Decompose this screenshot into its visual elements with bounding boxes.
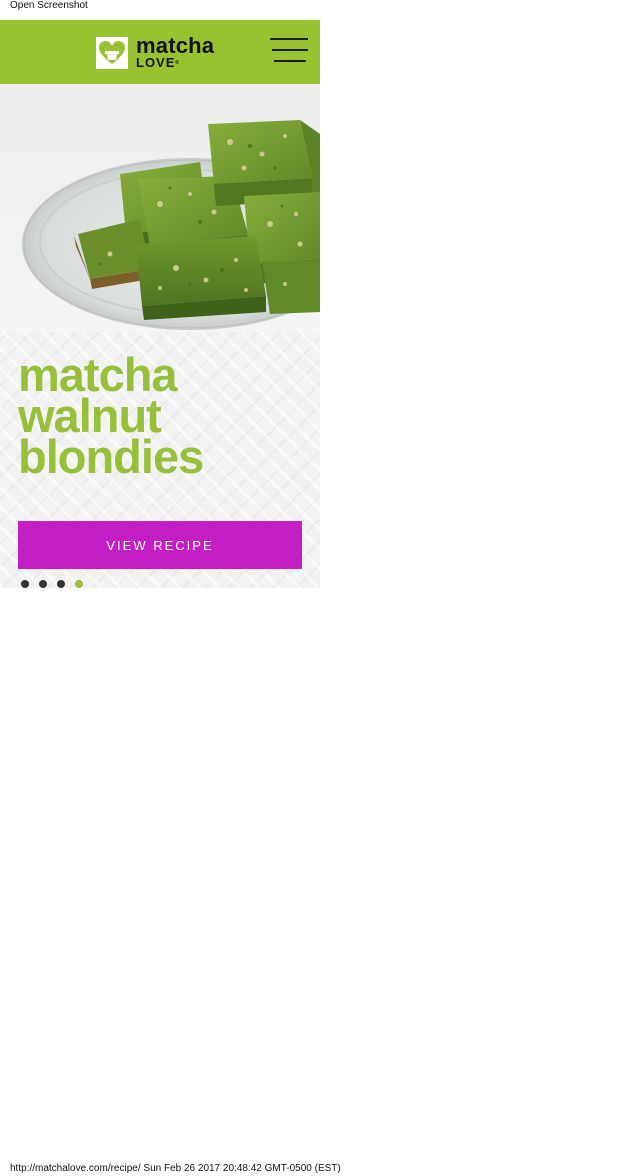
recipe-title-line: blondies bbox=[18, 430, 204, 483]
top-navigation-bar: matcha LOVE® bbox=[0, 20, 320, 84]
hero-recipe-photo bbox=[0, 84, 320, 332]
carousel-pagination bbox=[21, 580, 93, 588]
mobile-page: matcha LOVE® matcha walnut blondies VIEW… bbox=[0, 20, 320, 588]
logo-trademark: ® bbox=[175, 60, 181, 66]
heart-logo-icon bbox=[96, 37, 128, 69]
carousel-dot-4-active[interactable] bbox=[75, 580, 83, 588]
print-footer-url: http://matchalove.com/recipe/ Sun Feb 26… bbox=[10, 1163, 341, 1174]
carousel-dot-1[interactable] bbox=[21, 580, 29, 588]
recipe-title: matcha walnut blondies bbox=[18, 351, 204, 483]
logo-main-text: matcha bbox=[136, 33, 215, 58]
menu-line-bottom bbox=[274, 60, 306, 62]
logo-sub-text: LOVE® bbox=[136, 56, 214, 70]
matcha-love-logo[interactable]: matcha LOVE® bbox=[96, 33, 215, 70]
hamburger-menu-icon[interactable] bbox=[270, 37, 308, 65]
print-header[interactable]: Open Screenshot bbox=[10, 0, 88, 12]
menu-line-middle bbox=[272, 49, 308, 51]
carousel-dot-2[interactable] bbox=[39, 580, 47, 588]
hero-slide-panel: matcha walnut blondies VIEW RECIPE bbox=[0, 332, 320, 588]
menu-line-top bbox=[270, 38, 308, 40]
logo-wordmark: matcha LOVE® bbox=[136, 33, 215, 70]
carousel-dot-3[interactable] bbox=[57, 580, 65, 588]
logo-sub-word: LOVE bbox=[136, 55, 176, 70]
view-recipe-button[interactable]: VIEW RECIPE bbox=[18, 521, 302, 569]
